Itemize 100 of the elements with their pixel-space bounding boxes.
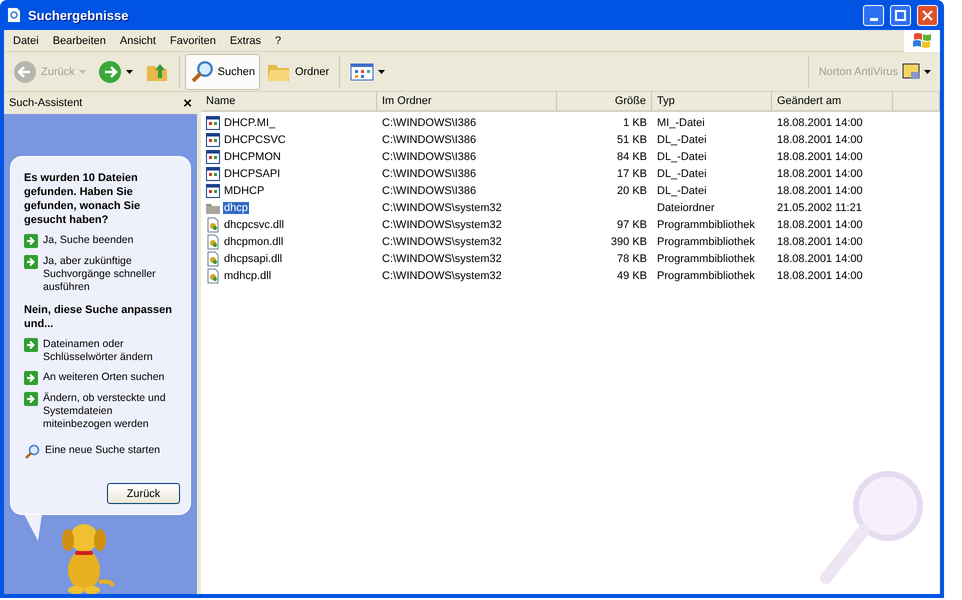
- arrow-icon: [24, 392, 38, 406]
- file-name[interactable]: dhcpmon.dll: [223, 236, 284, 248]
- assistant-link[interactable]: Eine neue Suche starten: [24, 444, 180, 460]
- table-cell-text: C:\WINDOWS\system32: [381, 218, 503, 230]
- gear-file-icon: [205, 234, 221, 250]
- table-cell-text: 18.08.2001 14:00: [776, 218, 864, 230]
- column-header[interactable]: Größe: [557, 92, 652, 110]
- caret-icon: [78, 70, 86, 74]
- table-cell-text: 84 KB: [616, 150, 648, 162]
- close-button[interactable]: [917, 4, 938, 26]
- window-file-icon: [205, 114, 221, 130]
- folders-button[interactable]: Ordner: [262, 54, 334, 90]
- file-name[interactable]: dhcp: [223, 202, 249, 214]
- table-cell-text: C:\WINDOWS\I386: [381, 168, 478, 180]
- arrow-icon: [24, 234, 38, 248]
- menu-item[interactable]: Extras: [222, 34, 268, 46]
- table-cell-text: 1 KB: [622, 116, 648, 128]
- window-title: Suchergebnisse: [28, 8, 130, 22]
- file-name[interactable]: dhcpsapi.dll: [223, 252, 284, 264]
- table-cell-text: Programmbibliothek: [656, 270, 756, 282]
- close-pane-button[interactable]: ×: [183, 96, 192, 110]
- column-header[interactable]: Typ: [652, 92, 772, 110]
- table-cell-text: C:\WINDOWS\I386: [381, 150, 478, 162]
- file-name[interactable]: DHCPCSVC: [223, 134, 287, 146]
- grid-view-icon: [350, 62, 374, 80]
- table-cell-text: 18.08.2001 14:00: [776, 116, 864, 128]
- column-header[interactable]: Name: [201, 92, 377, 110]
- maximize-icon: [895, 10, 906, 20]
- back-button[interactable]: Zurück: [107, 483, 180, 504]
- arrow-icon: [24, 338, 38, 352]
- caret-icon: [378, 70, 386, 74]
- monitor-icon: [902, 62, 920, 80]
- search-icon: [190, 60, 214, 84]
- table-cell-text: C:\WINDOWS\system32: [381, 252, 503, 264]
- gear-file-icon: [205, 250, 221, 266]
- table-cell-text: 18.08.2001 14:00: [776, 184, 864, 196]
- table-cell-text: 49 KB: [616, 270, 648, 282]
- minimize-icon: [870, 18, 878, 20]
- window-file-icon: [205, 166, 221, 182]
- table-cell-text: DL_-Datei: [656, 150, 708, 162]
- menu-item[interactable]: ?: [268, 34, 288, 46]
- window-file-icon: [205, 132, 221, 148]
- table-cell-text: 78 KB: [616, 252, 648, 264]
- table-cell-text: C:\WINDOWS\system32: [381, 270, 503, 282]
- table-cell-text: Dateiordner: [656, 202, 716, 214]
- table-cell-text: 18.08.2001 14:00: [776, 134, 864, 146]
- column-header[interactable]: Im Ordner: [377, 92, 557, 110]
- section-heading: Nein, diese Suche anpassen und...: [24, 303, 173, 331]
- table-cell-text: 18.08.2001 14:00: [776, 168, 864, 180]
- table-cell-text: 21.05.2002 11:21: [776, 202, 863, 214]
- file-name[interactable]: MDHCP: [223, 184, 266, 196]
- table-cell-text: 17 KB: [616, 168, 648, 180]
- menu-item[interactable]: Datei: [6, 34, 46, 46]
- assistant-link[interactable]: An weiteren Orten suchen: [24, 371, 180, 385]
- arrow-icon: [24, 371, 38, 385]
- search-button[interactable]: Suchen: [184, 54, 260, 90]
- windows-logo-icon: [904, 30, 940, 52]
- table-cell-text: Programmbibliothek: [656, 236, 756, 248]
- table-cell-text: 97 KB: [616, 218, 648, 230]
- table-cell-text: 51 KB: [616, 134, 648, 146]
- table-cell-text: 390 KB: [610, 236, 648, 248]
- assistant-link[interactable]: Dateinamen oder Schlüsselwörter ändern: [24, 338, 180, 364]
- table-cell-text: DL_-Datei: [656, 134, 708, 146]
- gear-file-icon: [205, 268, 221, 284]
- table-cell-text: DL_-Datei: [656, 168, 708, 180]
- file-name[interactable]: DHCP.MI_: [223, 116, 276, 128]
- table-cell-text: MI_-Datei: [656, 116, 706, 128]
- table-cell-text: C:\WINDOWS\I386: [381, 184, 478, 196]
- close-icon: [922, 10, 933, 20]
- assistant-link[interactable]: Ja, Suche beenden: [24, 234, 180, 248]
- window-file-icon: [205, 182, 221, 198]
- table-cell-text: C:\WINDOWS\system32: [381, 236, 503, 248]
- caret-icon: [126, 70, 133, 74]
- file-name[interactable]: DHCPSAPI: [223, 168, 282, 180]
- question-text: Es wurden 10 Dateien gefunden. Haben Sie gefunden, wonach Sie gesucht haben?: [24, 171, 142, 227]
- minimize-button[interactable]: [863, 4, 884, 26]
- maximize-button[interactable]: [890, 4, 911, 26]
- caret-icon: [924, 70, 931, 74]
- assistant-link[interactable]: Ändern, ob versteckte und Systemdateien miteinbezogen werden: [24, 392, 180, 431]
- table-cell-text: 18.08.2001 14:00: [776, 252, 864, 264]
- file-name[interactable]: DHCPMON: [223, 150, 282, 162]
- table-cell-text: Programmbibliothek: [656, 252, 756, 264]
- menu-item[interactable]: Ansicht: [112, 34, 163, 46]
- arrow-icon: [24, 255, 38, 269]
- table-cell-text: C:\WINDOWS\I386: [381, 134, 478, 146]
- window-file-icon: [205, 148, 221, 164]
- pane-title: Such-Assistent: [9, 97, 82, 109]
- table-cell-text: 18.08.2001 14:00: [776, 270, 864, 282]
- menu-item[interactable]: Favoriten: [162, 34, 223, 46]
- file-name[interactable]: mdhcp.dll: [223, 270, 272, 282]
- table-cell-text: DL_-Datei: [656, 184, 708, 196]
- menu-item[interactable]: Bearbeiten: [46, 34, 113, 46]
- search-document-icon: [6, 7, 22, 23]
- gear-file-icon: [205, 216, 221, 232]
- column-header[interactable]: Geändert am: [772, 92, 893, 110]
- file-name[interactable]: dhcpcsvc.dll: [223, 218, 285, 230]
- table-cell-text: Programmbibliothek: [656, 218, 756, 230]
- table-cell-text: 18.08.2001 14:00: [776, 150, 864, 162]
- table-cell-text: 20 KB: [616, 184, 648, 196]
- assistant-link[interactable]: Ja, aber zukünftige Suchvorgänge schneller ausführen: [24, 255, 180, 294]
